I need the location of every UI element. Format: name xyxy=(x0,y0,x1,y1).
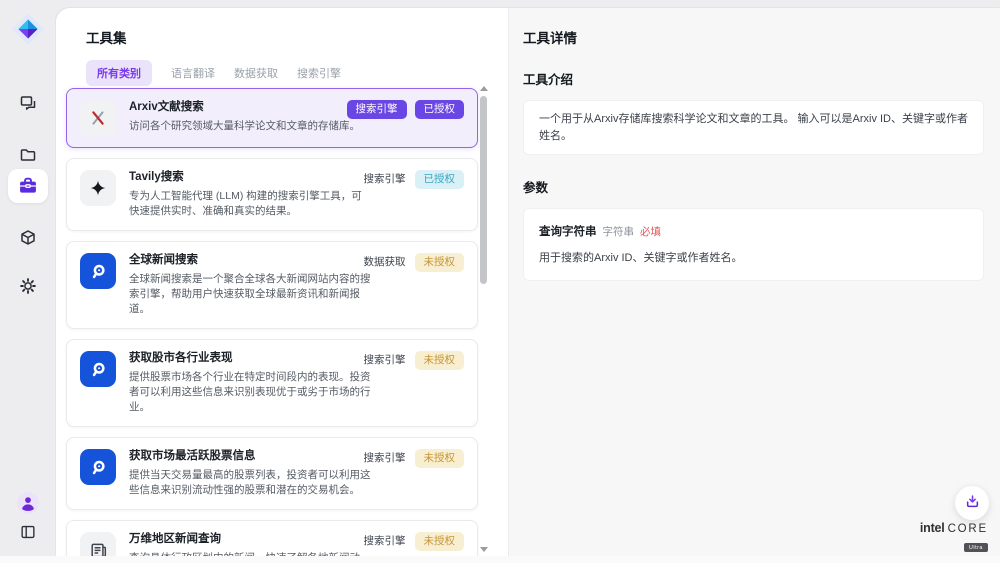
auth-status-badge: 未授权 xyxy=(415,532,465,551)
tool-badges: 搜索引擎已授权 xyxy=(347,100,465,119)
tool-card[interactable]: Arxiv文献搜索访问各个研究领域大量科学论文和文章的存储库。搜索引擎已授权 xyxy=(66,88,478,148)
tool-card-list: Arxiv文献搜索访问各个研究领域大量科学论文和文章的存储库。搜索引擎已授权Ta… xyxy=(66,88,478,556)
category-tab-2[interactable]: 数据获取 xyxy=(234,65,278,81)
tool-card[interactable]: Tavily搜索专为人工智能代理 (LLM) 构建的搜索引擎工具，可快速提供实时… xyxy=(66,158,478,231)
download-button[interactable] xyxy=(955,486,989,520)
chat-icon xyxy=(18,93,38,113)
search-blue-icon xyxy=(80,449,116,485)
tool-badges: 数据获取未授权 xyxy=(363,253,465,272)
tool-card[interactable]: 万维地区新闻查询查询具体行政区划内的新闻，快速了解各地新闻动搜索引擎未授权 xyxy=(66,520,478,556)
scrollbar-track[interactable] xyxy=(480,86,488,552)
scrollbar-up-arrow[interactable] xyxy=(480,86,488,91)
params-box: 查询字符串字符串必填用于搜索的Arxiv ID、关键字或作者姓名。 xyxy=(523,208,984,281)
nav-files[interactable] xyxy=(10,138,46,172)
tool-card[interactable]: 全球新闻搜索全球新闻搜索是一个聚合全球各大新闻网站内容的搜索引擎，帮助用户快速获… xyxy=(66,241,478,329)
tool-title: 获取股市各行业表现 xyxy=(129,351,371,366)
main-panel: 工具集 所有类别语言翻译数据获取搜索引擎 Arxiv文献搜索访问各个研究领域大量… xyxy=(56,8,1000,556)
tool-card[interactable]: 获取市场最活跃股票信息提供当天交易量最高的股票列表，投资者可以利用这些信息来识别… xyxy=(66,437,478,510)
parameter-name: 查询字符串 xyxy=(539,226,597,238)
auth-status-badge: 未授权 xyxy=(415,449,465,468)
gear-icon xyxy=(18,276,38,296)
auth-status-badge: 已授权 xyxy=(415,170,465,189)
tool-title: Tavily搜索 xyxy=(129,170,371,185)
tool-description: 提供股票市场各个行业在特定时间段内的表现。投资者可以利用这些信息来识别表现优于或… xyxy=(129,370,371,415)
cube-icon xyxy=(18,228,38,248)
category-badge: 搜索引擎 xyxy=(347,100,407,119)
app-frame: 工具集 所有类别语言翻译数据获取搜索引擎 Arxiv文献搜索访问各个研究领域大量… xyxy=(0,0,1000,556)
news-icon xyxy=(80,532,116,556)
parameter-required-flag: 必填 xyxy=(640,226,661,238)
tool-title: 获取市场最活跃股票信息 xyxy=(129,449,371,464)
tool-detail-panel: 工具详情 工具介绍 一个用于从Arxiv存储库搜索科学论文和文章的工具。 输入可… xyxy=(508,8,1000,556)
parameter-item: 查询字符串字符串必填用于搜索的Arxiv ID、关键字或作者姓名。 xyxy=(539,222,968,265)
nav-tools[interactable] xyxy=(8,169,48,203)
briefcase-icon xyxy=(17,175,39,197)
search-blue-icon xyxy=(80,351,116,387)
tool-intro-box: 一个用于从Arxiv存储库搜索科学论文和文章的工具。 输入可以是Arxiv ID… xyxy=(523,100,984,155)
tool-description: 提供当天交易量最高的股票列表，投资者可以利用这些信息来识别流动性强的股票和潜在的… xyxy=(129,468,371,498)
parameter-description: 用于搜索的Arxiv ID、关键字或作者姓名。 xyxy=(539,249,968,265)
avatar-icon xyxy=(17,492,39,514)
intel-ultra-badge: Ultra xyxy=(964,543,988,552)
tool-description: 查询具体行政区划内的新闻，快速了解各地新闻动 xyxy=(129,551,360,556)
nav-collapse-panel[interactable] xyxy=(10,515,46,549)
search-blue-icon xyxy=(80,253,116,289)
brand-diamond-logo[interactable] xyxy=(10,11,46,47)
scrollbar-thumb[interactable] xyxy=(480,96,487,284)
download-icon xyxy=(964,493,981,513)
parameter-type: 字符串 xyxy=(603,226,635,238)
sparkle-icon xyxy=(80,170,116,206)
sidebar-rail xyxy=(0,0,56,556)
category-badge: 数据获取 xyxy=(363,253,407,272)
tool-card[interactable]: 获取股市各行业表现提供股票市场各个行业在特定时间段内的表现。投资者可以利用这些信… xyxy=(66,339,478,427)
nav-settings[interactable] xyxy=(10,269,46,303)
tool-description: 访问各个研究领域大量科学论文和文章的存储库。 xyxy=(129,119,360,134)
scrollbar-down-arrow[interactable] xyxy=(480,547,488,552)
detail-panel-title: 工具详情 xyxy=(523,8,984,47)
auth-status-badge: 未授权 xyxy=(415,351,465,370)
category-tab-1[interactable]: 语言翻译 xyxy=(171,65,215,81)
tools-list-panel: 工具集 所有类别语言翻译数据获取搜索引擎 Arxiv文献搜索访问各个研究领域大量… xyxy=(56,8,508,556)
tool-intro-text: 一个用于从Arxiv存储库搜索科学论文和文章的工具。 输入可以是Arxiv ID… xyxy=(539,113,968,142)
nav-models[interactable] xyxy=(10,221,46,255)
tool-badges: 搜索引擎未授权 xyxy=(363,532,465,551)
intel-core-text: intelCORE xyxy=(920,522,988,536)
tool-title: 万维地区新闻查询 xyxy=(129,532,360,547)
params-heading: 参数 xyxy=(523,177,984,196)
auth-status-badge: 未授权 xyxy=(415,253,465,272)
arxiv-icon xyxy=(80,100,116,136)
tool-badges: 搜索引擎已授权 xyxy=(363,170,465,189)
category-tabs: 所有类别 语言翻译 数据获取 搜索引擎 xyxy=(86,60,508,86)
tool-badges: 搜索引擎未授权 xyxy=(363,449,465,468)
category-badge: 搜索引擎 xyxy=(363,449,407,468)
tool-description: 专为人工智能代理 (LLM) 构建的搜索引擎工具，可快速提供实时、准确和真实的结… xyxy=(129,189,371,219)
category-tab-0[interactable]: 所有类别 xyxy=(86,60,152,86)
intro-heading: 工具介绍 xyxy=(523,69,984,88)
panel-collapse-icon xyxy=(19,523,37,541)
category-badge: 搜索引擎 xyxy=(363,351,407,370)
intel-core-logo: intelCORE Ultra xyxy=(920,522,988,553)
tool-title: Arxiv文献搜索 xyxy=(129,100,360,115)
tools-panel-title: 工具集 xyxy=(86,27,508,47)
tool-title: 全球新闻搜索 xyxy=(129,253,371,268)
tool-badges: 搜索引擎未授权 xyxy=(363,351,465,370)
nav-messages[interactable] xyxy=(10,86,46,120)
category-badge: 搜索引擎 xyxy=(363,170,407,189)
category-tab-3[interactable]: 搜索引擎 xyxy=(297,65,341,81)
tool-description: 全球新闻搜索是一个聚合全球各大新闻网站内容的搜索引擎，帮助用户快速获取全球最新资… xyxy=(129,272,371,317)
auth-status-badge: 已授权 xyxy=(415,100,465,119)
category-badge: 搜索引擎 xyxy=(363,532,407,551)
folder-icon xyxy=(18,145,38,165)
